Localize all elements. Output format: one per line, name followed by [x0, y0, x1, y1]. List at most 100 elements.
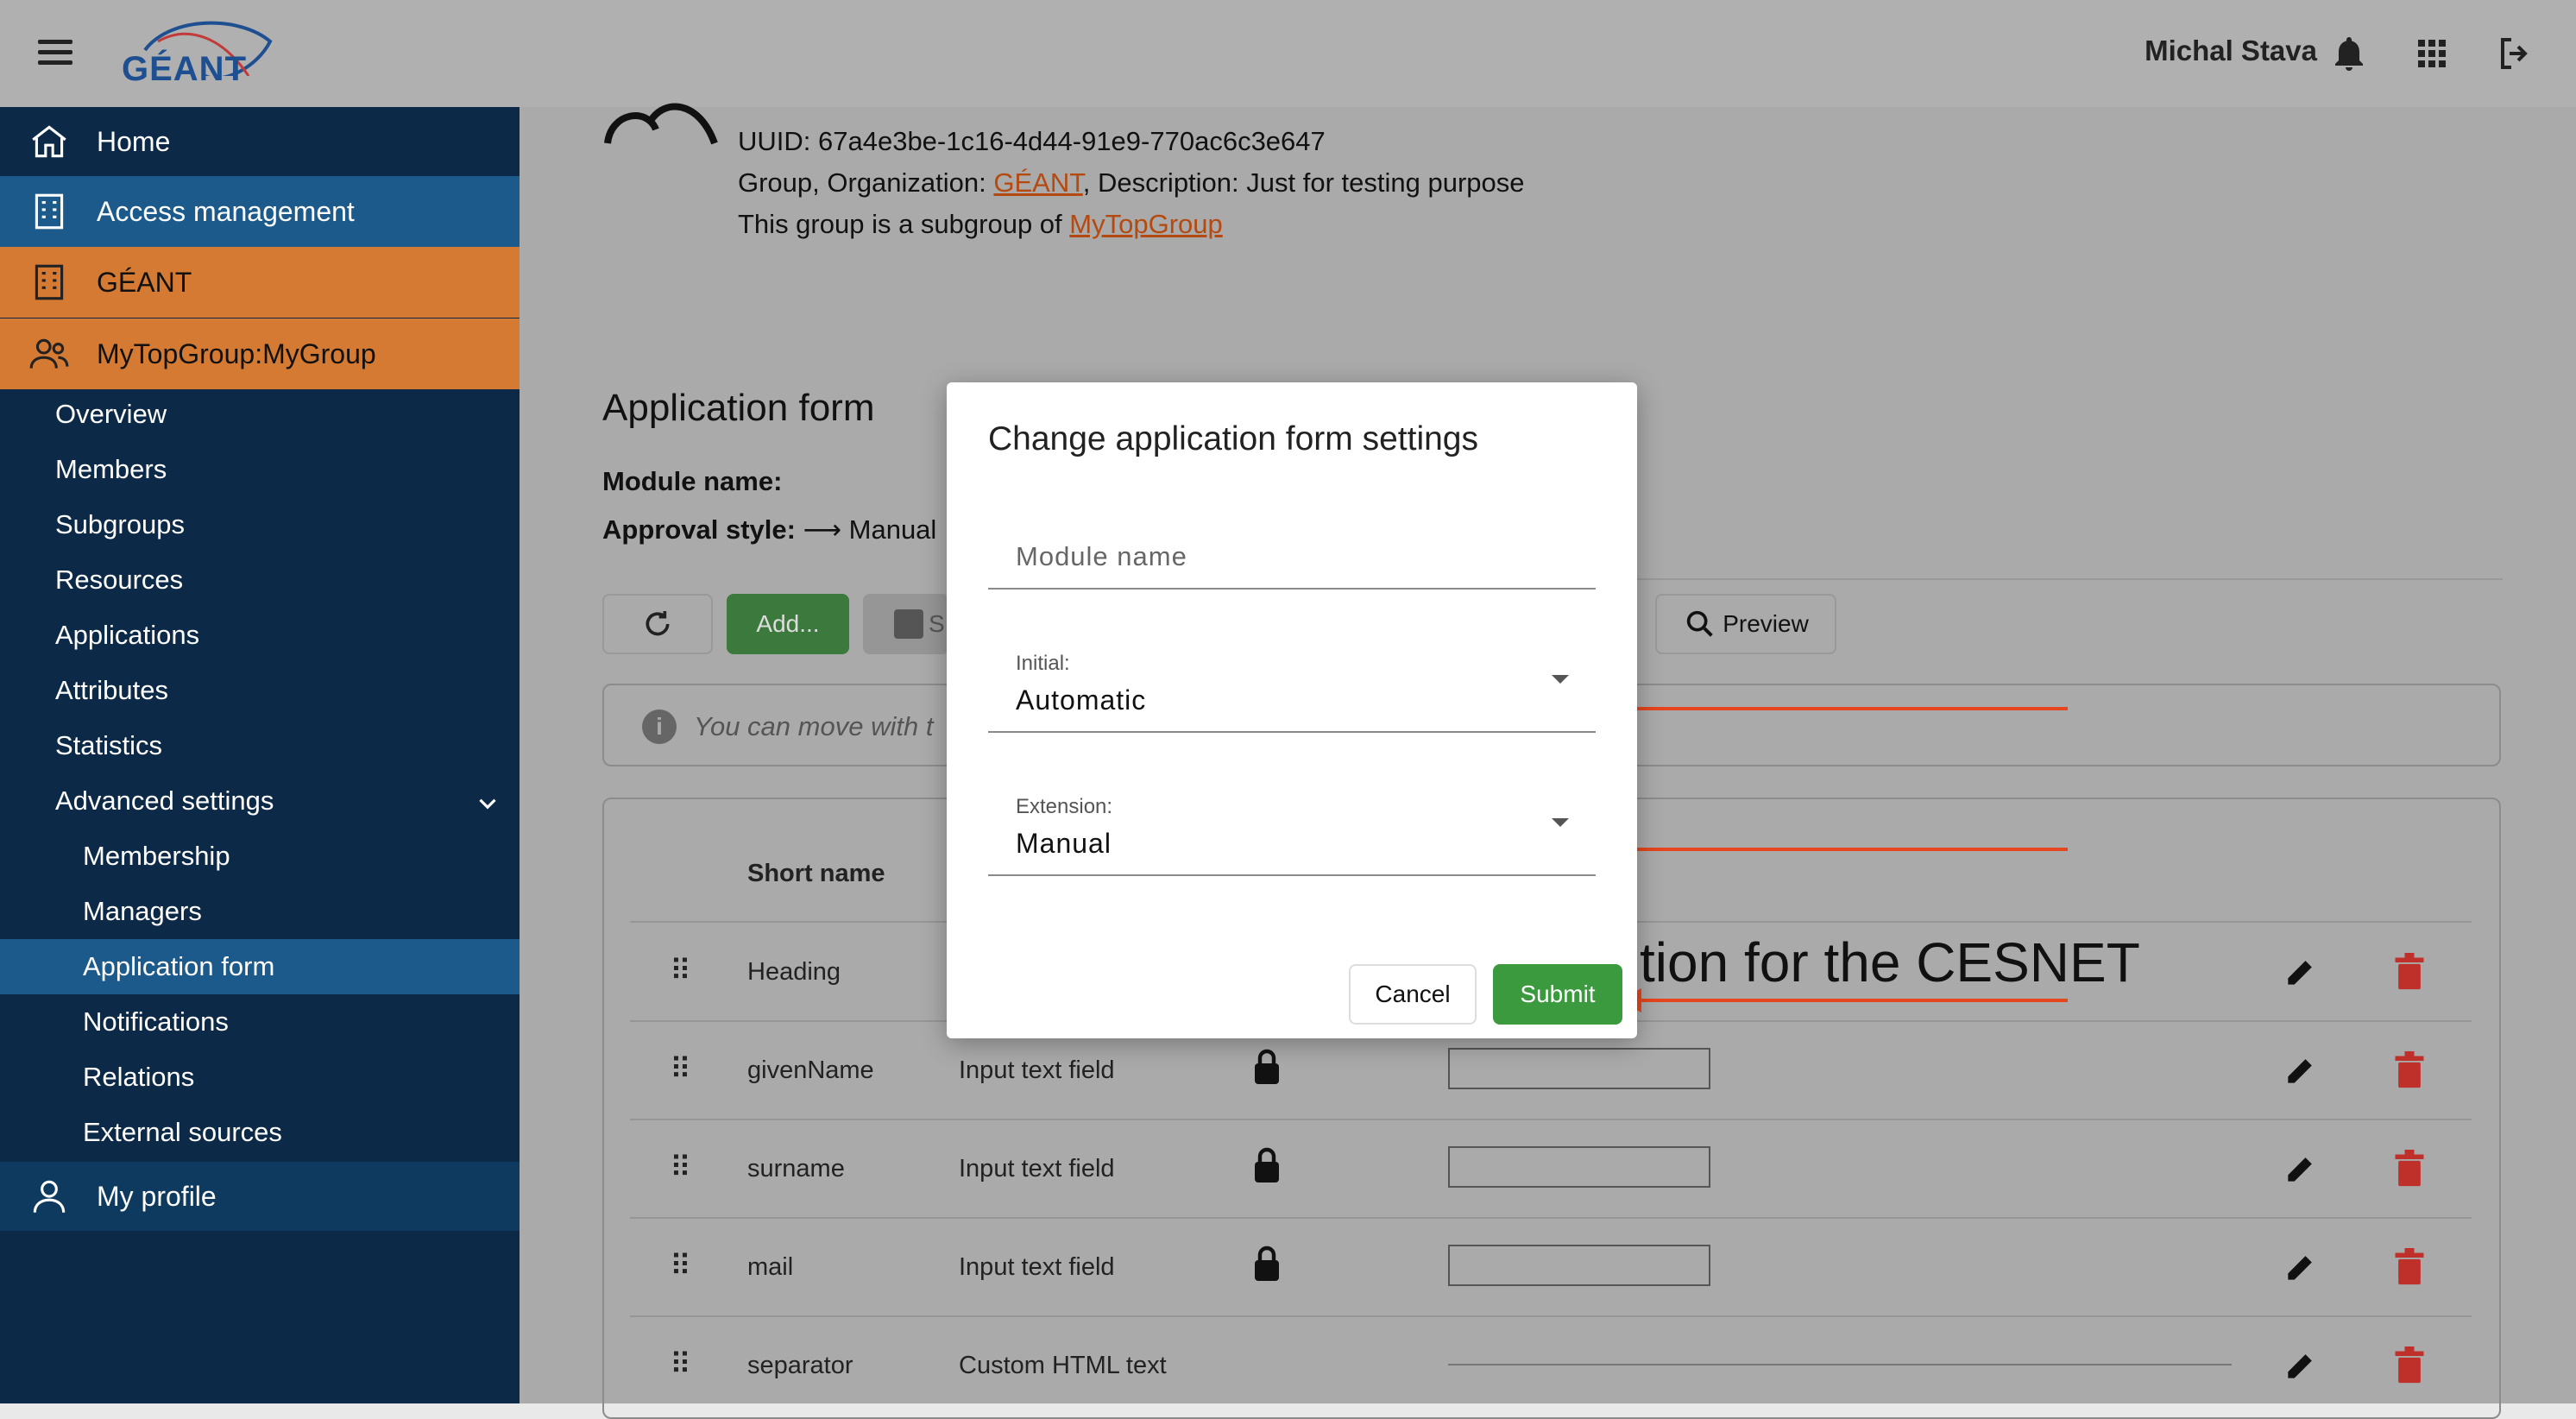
extension-value: Manual	[1016, 828, 1112, 859]
search-icon	[1687, 610, 1713, 637]
preview-input	[1448, 1146, 1710, 1188]
group-icon	[29, 338, 69, 369]
chevron-down-icon[interactable]	[473, 789, 502, 818]
preview-label: Preview	[1723, 610, 1809, 637]
refresh-icon	[646, 611, 670, 636]
person-icon	[33, 1180, 66, 1213]
row-short-name: mail	[747, 1253, 794, 1281]
save-icon	[894, 609, 923, 639]
logo-text: GÉANT	[122, 50, 247, 88]
lock-icon	[1255, 1147, 1279, 1182]
geant-logo[interactable]: GÉANT	[119, 16, 274, 93]
sidebar-item-geant[interactable]: GÉANT	[0, 247, 520, 318]
menu-attributes[interactable]: Attributes	[55, 675, 168, 706]
submit-button[interactable]: Submit	[1493, 964, 1622, 1025]
menu-statistics[interactable]: Statistics	[55, 730, 162, 761]
home-icon	[32, 125, 66, 158]
preview-input	[1448, 1048, 1710, 1089]
logout-icon[interactable]	[2494, 33, 2535, 74]
delete-icon[interactable]	[2392, 1150, 2427, 1188]
edit-icon[interactable]	[2282, 1051, 2320, 1089]
sidebar-item-my-profile[interactable]: My profile	[0, 1162, 520, 1231]
sidebar: Home Access management GÉANT MyTopGroup:…	[0, 107, 520, 1403]
initial-select[interactable]: Initial: Automatic	[988, 641, 1596, 733]
module-name-input[interactable]: Module name	[988, 527, 1596, 590]
sidebar-item-access-management[interactable]: Access management	[0, 176, 520, 247]
drag-handle-icon[interactable]: ⠿	[670, 1252, 691, 1281]
drag-handle-icon[interactable]: ⠿	[670, 956, 691, 986]
menu-managers[interactable]: Managers	[83, 896, 202, 927]
edit-icon[interactable]	[2282, 1248, 2320, 1286]
menu-members[interactable]: Members	[55, 454, 167, 485]
menu-relations[interactable]: Relations	[83, 1062, 194, 1093]
add-button[interactable]: Add...	[727, 594, 849, 654]
approval-style-line: Approval style: ⟶ Manual	[602, 514, 936, 546]
module-name-label: Module name:	[602, 466, 783, 496]
row-type: Input text field	[959, 1155, 1115, 1182]
approval-label: Approval style:	[602, 514, 796, 545]
delete-icon[interactable]	[2392, 1248, 2427, 1286]
info-text: You can move with t	[694, 711, 934, 741]
group-org-line: Group, Organization: GÉANT, Description:…	[738, 167, 1525, 199]
menu-icon[interactable]	[38, 40, 72, 67]
group-avatar-icon	[604, 103, 718, 145]
cancel-button[interactable]: Cancel	[1349, 964, 1477, 1025]
heading-preview: tion for the CESNET	[1640, 931, 2140, 993]
menu-notifications[interactable]: Notifications	[83, 1006, 229, 1037]
arrow-right-icon: ⟶	[803, 514, 849, 545]
page-title: Application form	[602, 387, 875, 429]
menu-membership[interactable]: Membership	[83, 841, 230, 872]
menu-external-sources[interactable]: External sources	[83, 1117, 282, 1148]
info-icon: i	[642, 710, 677, 744]
row-short-name: surname	[747, 1155, 845, 1182]
parent-group-link[interactable]: MyTopGroup	[1069, 209, 1222, 239]
approval-value: Manual	[848, 514, 937, 545]
delete-icon[interactable]	[2392, 1346, 2427, 1384]
subgroup-line: This group is a subgroup of MyTopGroup	[738, 209, 1223, 240]
menu-overview[interactable]: Overview	[55, 399, 167, 430]
sidebar-item-home[interactable]: Home	[0, 107, 520, 176]
delete-icon[interactable]	[2392, 1051, 2427, 1089]
edit-icon[interactable]	[2282, 1346, 2320, 1384]
edit-icon[interactable]	[2282, 1150, 2320, 1188]
preview-button[interactable]: Preview	[1655, 594, 1836, 654]
lock-icon	[1255, 1049, 1279, 1084]
row-divider	[630, 1119, 2472, 1120]
sidebar-item-label: Home	[97, 125, 171, 157]
dropdown-arrow-icon	[1552, 818, 1569, 827]
drag-handle-icon[interactable]: ⠿	[670, 1055, 691, 1084]
drag-handle-icon[interactable]: ⠿	[670, 1153, 691, 1182]
delete-icon[interactable]	[2392, 953, 2427, 991]
save-button[interactable]: S	[863, 594, 949, 654]
column-header-short-name: Short name	[747, 860, 885, 887]
menu-resources[interactable]: Resources	[55, 564, 183, 596]
initial-label: Initial:	[1016, 652, 1070, 675]
divider	[1622, 578, 2503, 580]
menu-applications[interactable]: Applications	[55, 620, 199, 651]
module-name-placeholder: Module name	[1016, 541, 1187, 571]
refresh-button[interactable]	[602, 594, 713, 654]
user-name[interactable]: Michal Stava	[2145, 35, 2317, 67]
menu-subgroups[interactable]: Subgroups	[55, 509, 185, 540]
group-uuid: UUID: 67a4e3be-1c16-4d44-91e9-770ac6c3e6…	[738, 126, 1326, 156]
bell-icon[interactable]	[2328, 33, 2370, 74]
menu-application-form[interactable]: Application form	[83, 951, 274, 982]
org-prefix: Group, Organization:	[738, 167, 994, 198]
preview-input	[1448, 1245, 1710, 1286]
apps-grid-icon[interactable]	[2411, 33, 2453, 74]
row-type: Custom HTML text	[959, 1352, 1167, 1379]
separator-preview	[1448, 1364, 2232, 1365]
sidebar-item-label: MyTopGroup:MyGroup	[97, 337, 376, 369]
drag-handle-icon[interactable]: ⠿	[670, 1350, 691, 1379]
edit-icon[interactable]	[2282, 953, 2320, 991]
settings-dialog: Change application form settings Module …	[947, 382, 1637, 1038]
extension-select[interactable]: Extension: Manual	[988, 785, 1596, 876]
row-short-name: givenName	[747, 1056, 874, 1084]
building-icon	[35, 264, 64, 300]
sidebar-item-label: Access management	[97, 195, 355, 227]
org-link[interactable]: GÉANT	[993, 167, 1082, 198]
sidebar-item-group[interactable]: MyTopGroup:MyGroup	[0, 318, 520, 389]
menu-advanced-settings[interactable]: Advanced settings	[55, 785, 274, 817]
building-icon	[35, 193, 64, 230]
sidebar-item-label: My profile	[97, 1180, 217, 1212]
